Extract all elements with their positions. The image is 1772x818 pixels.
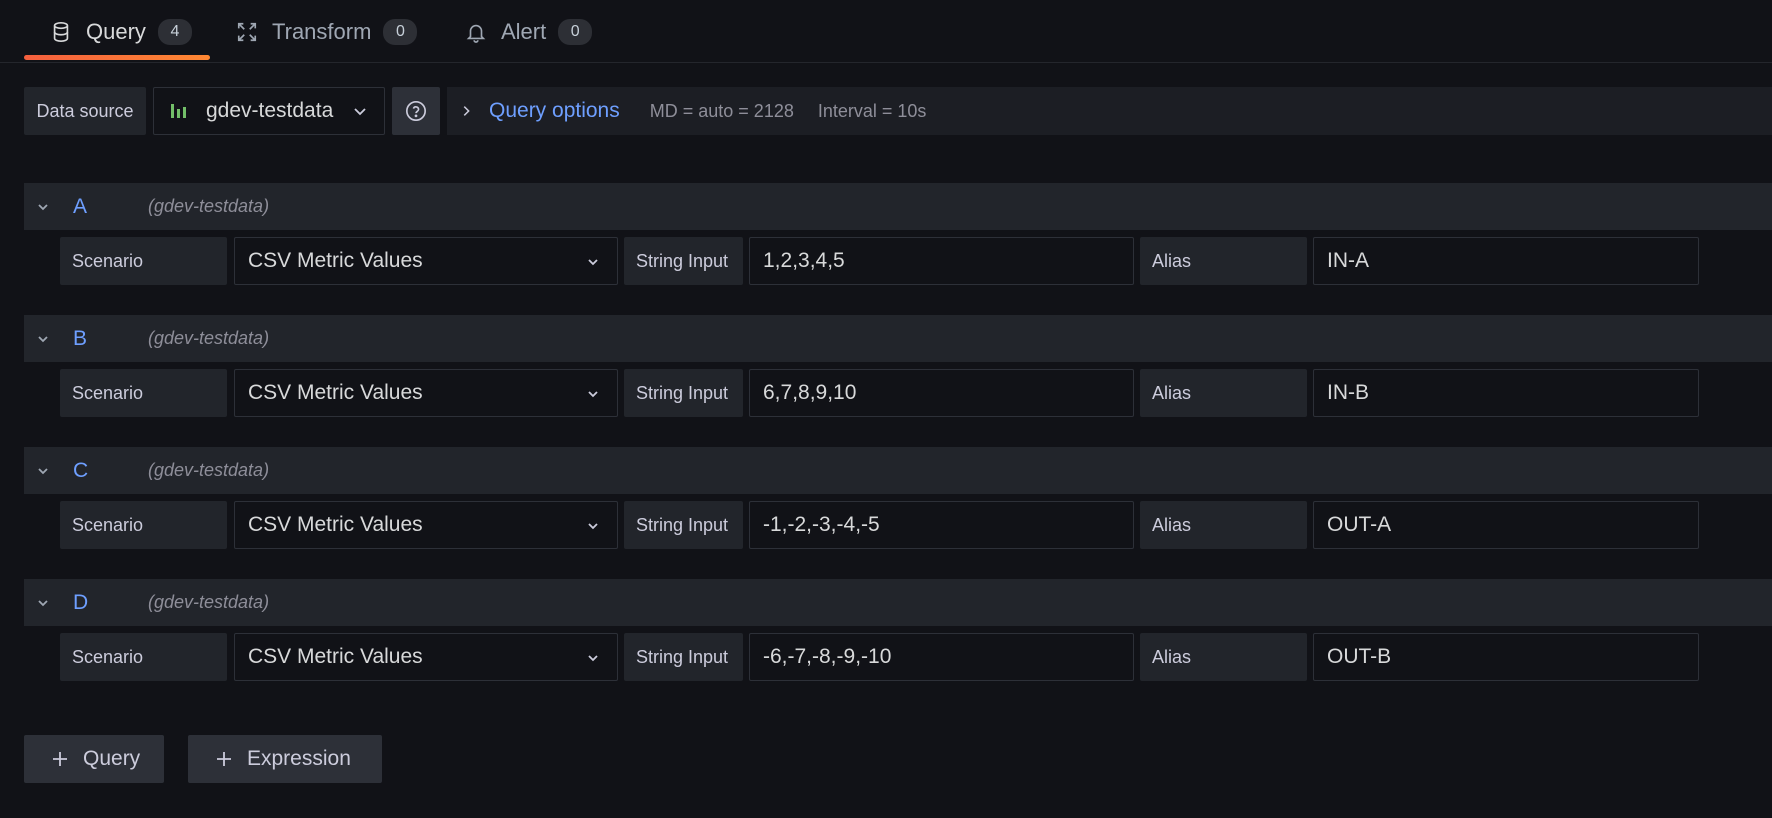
add-query-label: Query	[83, 747, 141, 770]
chevron-down-icon	[588, 259, 598, 266]
chevron-down-icon[interactable]	[35, 595, 51, 611]
string-input-label: String Input	[624, 237, 743, 285]
scenario-select[interactable]: CSV Metric Values	[234, 501, 618, 549]
scenario-label: Scenario	[60, 369, 227, 417]
chevron-right-icon	[463, 106, 470, 116]
alias-label: Alias	[1140, 501, 1307, 549]
datasource-selected: gdev-testdata	[206, 99, 334, 122]
query-options-toggle[interactable]: Query options	[489, 99, 620, 123]
string-input-label: String Input	[624, 633, 743, 681]
tab-query-label: Query	[86, 18, 146, 44]
string-input-field[interactable]: 1,2,3,4,5	[749, 237, 1134, 285]
query-header-a: A (gdev-testdata)	[24, 183, 1772, 230]
query-datasource-name: (gdev-testdata)	[148, 196, 270, 216]
scenario-selected: CSV Metric Values	[248, 381, 423, 404]
tab-query-count: 4	[157, 18, 192, 45]
scenario-label: Scenario	[60, 501, 227, 549]
tab-transform-count: 0	[383, 18, 418, 45]
tab-transform[interactable]: Transform 0	[236, 0, 418, 63]
string-input-label: String Input	[624, 369, 743, 417]
query-datasource-name: (gdev-testdata)	[148, 328, 270, 348]
scenario-label: Scenario	[60, 237, 227, 285]
question-circle-icon	[406, 101, 426, 121]
add-expression-label: Expression	[247, 747, 351, 770]
alias-label: Alias	[1140, 237, 1307, 285]
datasource-label: Data source	[24, 87, 146, 135]
query-editor-b: Scenario CSV Metric Values String Input …	[60, 369, 1700, 417]
chevron-down-icon[interactable]	[35, 463, 51, 479]
tab-query[interactable]: Query 4	[50, 0, 192, 63]
query-options-bar[interactable]: Query options MD = auto = 2128 Interval …	[447, 87, 1772, 135]
scenario-select[interactable]: CSV Metric Values	[234, 633, 618, 681]
query-datasource-name: (gdev-testdata)	[148, 460, 270, 480]
tab-alert[interactable]: Alert 0	[465, 0, 593, 63]
chevron-down-icon	[588, 391, 598, 398]
scenario-select[interactable]: CSV Metric Values	[234, 369, 618, 417]
query-header-b: B (gdev-testdata)	[24, 315, 1772, 362]
database-icon	[50, 21, 72, 43]
alias-label: Alias	[1140, 633, 1307, 681]
chevron-down-icon	[588, 523, 598, 530]
interval-value: Interval = 10s	[817, 100, 927, 121]
scenario-selected: CSV Metric Values	[248, 645, 423, 668]
query-editor-a: Scenario CSV Metric Values String Input …	[60, 237, 1700, 285]
plus-icon	[53, 752, 67, 766]
alias-label: Alias	[1140, 369, 1307, 417]
query-ref-id[interactable]: D	[73, 591, 148, 615]
scenario-selected: CSV Metric Values	[248, 513, 423, 536]
scenario-selected: CSV Metric Values	[248, 249, 423, 272]
query-header-d: D (gdev-testdata)	[24, 579, 1772, 626]
tab-alert-count: 0	[558, 18, 593, 45]
query-editor-d: Scenario CSV Metric Values String Input …	[60, 633, 1700, 681]
datasource-help-button[interactable]	[392, 87, 440, 135]
max-data-points: MD = auto = 2128	[649, 100, 794, 121]
chevron-down-icon[interactable]	[35, 331, 51, 347]
datasource-picker[interactable]: gdev-testdata	[153, 87, 385, 135]
transform-icon	[236, 21, 258, 43]
query-datasource-name: (gdev-testdata)	[148, 592, 270, 612]
add-query-button[interactable]: Query	[24, 735, 164, 783]
chevron-down-icon	[588, 655, 598, 662]
string-input-field[interactable]: -6,-7,-8,-9,-10	[749, 633, 1134, 681]
query-ref-id[interactable]: C	[73, 459, 148, 483]
string-input-field[interactable]: -1,-2,-3,-4,-5	[749, 501, 1134, 549]
scenario-label: Scenario	[60, 633, 227, 681]
alias-field[interactable]: OUT-B	[1313, 633, 1699, 681]
tab-bar: Query 4 Transform 0 Alert 0	[0, 0, 1772, 63]
alias-field[interactable]: IN-A	[1313, 237, 1699, 285]
string-input-field[interactable]: 6,7,8,9,10	[749, 369, 1134, 417]
active-tab-indicator	[24, 55, 210, 60]
query-ref-id[interactable]: B	[73, 327, 148, 351]
scenario-select[interactable]: CSV Metric Values	[234, 237, 618, 285]
tab-alert-label: Alert	[501, 18, 547, 44]
bell-icon	[465, 21, 487, 43]
plus-icon	[217, 752, 231, 766]
chevron-down-icon	[354, 108, 366, 116]
testdata-icon	[171, 104, 186, 118]
alias-field[interactable]: OUT-A	[1313, 501, 1699, 549]
chevron-down-icon[interactable]	[35, 199, 51, 215]
alias-field[interactable]: IN-B	[1313, 369, 1699, 417]
query-editor-c: Scenario CSV Metric Values String Input …	[60, 501, 1700, 549]
tab-transform-label: Transform	[272, 18, 372, 44]
add-expression-button[interactable]: Expression	[188, 735, 382, 783]
query-header-c: C (gdev-testdata)	[24, 447, 1772, 494]
query-ref-id[interactable]: A	[73, 195, 148, 219]
string-input-label: String Input	[624, 501, 743, 549]
